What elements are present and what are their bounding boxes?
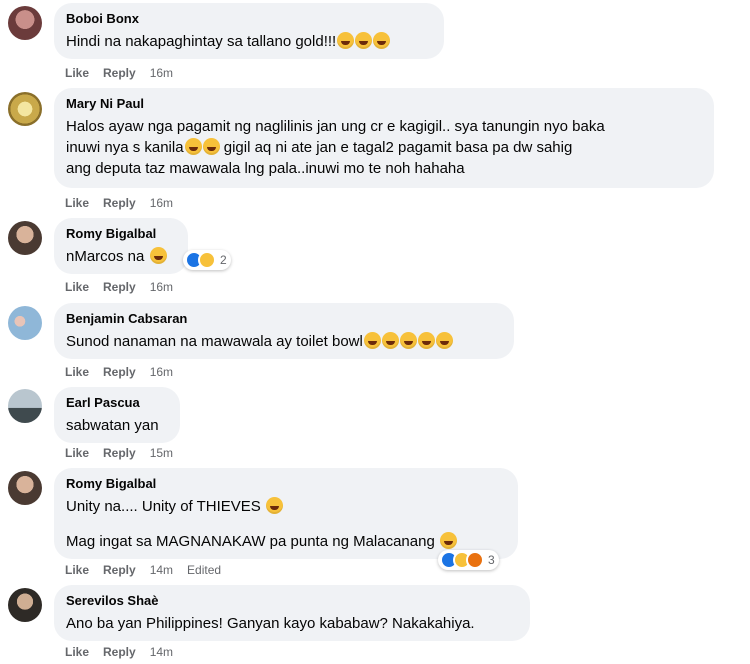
comment-text: Unity na.... Unity of THIEVES Mag ingat … [66,496,506,552]
comment-text: nMarcos na [66,246,176,267]
laughing-emoji-icon [363,332,381,349]
laughing-emoji-icon [435,332,453,349]
like-button[interactable]: Like [65,66,89,80]
comment-actions: Like Reply 16m [65,196,187,210]
edited-label: Edited [187,563,222,577]
comment-bubble: Romy Bigalbal nMarcos na [54,218,188,274]
smiling-emoji-icon [265,497,283,514]
like-button[interactable]: Like [65,645,89,659]
like-button[interactable]: Like [65,446,89,460]
comment-actions: Like Reply 16m [65,280,187,294]
comment-text: sabwatan yan [66,417,159,434]
laughing-emoji-icon [355,32,373,49]
comment-time[interactable]: 14m [150,645,173,659]
comment-time[interactable]: 16m [150,365,173,379]
reply-button[interactable]: Reply [103,66,136,80]
comment-text: Hindi na nakapaghintay sa tallano gold!!… [66,31,432,52]
avatar[interactable] [8,221,42,255]
laughing-emoji-icon [417,332,435,349]
reaction-summary[interactable]: 2 [183,250,231,270]
comment-actions: Like Reply 15m [65,446,187,460]
like-button[interactable]: Like [65,280,89,294]
comment-text: Ano ba yan Philippines! Ganyan kayo kaba… [66,615,475,632]
avatar[interactable] [8,6,42,40]
comment-bubble: Boboi Bonx Hindi na nakapaghintay sa tal… [54,3,444,59]
laughing-emoji-icon [337,32,355,49]
laughing-emoji-icon [399,332,417,349]
angry-reaction-icon [466,551,484,569]
comment-author[interactable]: Romy Bigalbal [66,476,506,492]
avatar[interactable] [8,471,42,505]
comment-actions: Like Reply 16m [65,66,187,80]
reply-button[interactable]: Reply [103,446,136,460]
reaction-count: 3 [488,553,495,567]
reaction-summary[interactable]: 3 [438,550,499,570]
comment-actions: Like Reply 14m [65,645,187,659]
reply-button[interactable]: Reply [103,280,136,294]
avatar[interactable] [8,92,42,126]
comment-actions: Like Reply 14m Edited [65,563,221,577]
reply-button[interactable]: Reply [103,196,136,210]
avatar[interactable] [8,306,42,340]
haha-reaction-icon [198,251,216,269]
comment-time[interactable]: 16m [150,196,173,210]
comment-author[interactable]: Serevilos Shaè [66,593,518,609]
comment-time[interactable]: 14m [150,563,173,577]
smiling-emoji-icon [149,247,167,264]
comment-author[interactable]: Boboi Bonx [66,11,432,27]
comment-bubble: Romy Bigalbal Unity na.... Unity of THIE… [54,468,518,559]
avatar[interactable] [8,389,42,423]
comment-author[interactable]: Mary Ni Paul [66,96,702,112]
avatar[interactable] [8,588,42,622]
like-button[interactable]: Like [65,196,89,210]
laughing-emoji-icon [184,138,202,155]
like-button[interactable]: Like [65,365,89,379]
comment-time[interactable]: 15m [150,446,173,460]
comment-bubble: Mary Ni Paul Halos ayaw nga pagamit ng n… [54,88,714,188]
comment-text: Halos ayaw nga pagamit ng naglilinis jan… [66,118,605,177]
reaction-count: 2 [220,253,227,267]
comment-author[interactable]: Romy Bigalbal [66,226,176,242]
comment-text: Sunod nanaman na mawawala ay toilet bowl [66,331,502,352]
comment-bubble: Earl Pascua sabwatan yan [54,387,180,443]
comment-actions: Like Reply 16m [65,365,187,379]
comment-bubble: Serevilos Shaè Ano ba yan Philippines! G… [54,585,530,641]
smiling-emoji-icon [439,532,457,549]
comment-time[interactable]: 16m [150,66,173,80]
reply-button[interactable]: Reply [103,563,136,577]
like-button[interactable]: Like [65,563,89,577]
comment-author[interactable]: Earl Pascua [66,395,168,411]
laughing-emoji-icon [373,32,391,49]
comment-time[interactable]: 16m [150,280,173,294]
reply-button[interactable]: Reply [103,645,136,659]
laughing-emoji-icon [381,332,399,349]
comment-bubble: Benjamin Cabsaran Sunod nanaman na mawaw… [54,303,514,359]
reply-button[interactable]: Reply [103,365,136,379]
laughing-emoji-icon [202,138,220,155]
comment-author[interactable]: Benjamin Cabsaran [66,311,502,327]
